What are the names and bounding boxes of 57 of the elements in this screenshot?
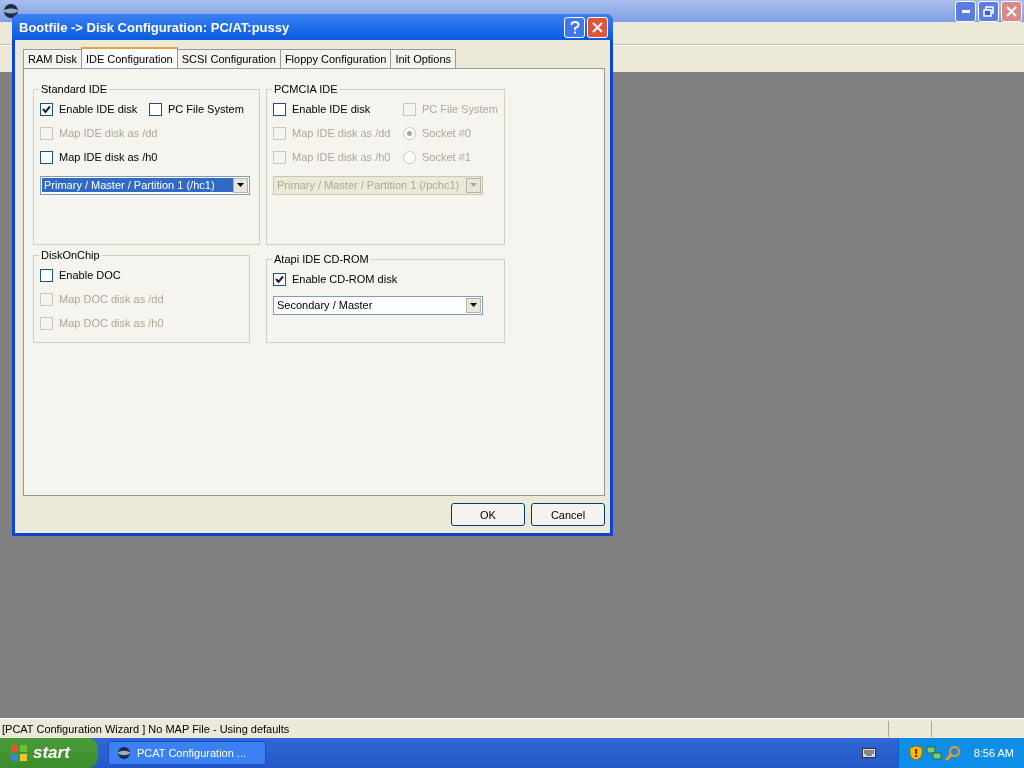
clock: 8:56 AM xyxy=(973,747,1014,759)
checkbox-label: PC File System xyxy=(422,103,498,115)
dropdown[interactable]: Primary / Master / Partition 1 (/hc1) xyxy=(40,175,250,195)
close-button[interactable] xyxy=(1001,0,1022,22)
checkbox-label: Enable CD-ROM disk xyxy=(292,273,398,285)
checkbox-label: Map IDE disk as /h0 xyxy=(292,151,391,163)
tab[interactable]: IDE Configuration xyxy=(80,47,178,68)
checkbox-label: Enable IDE disk xyxy=(59,103,138,115)
keyboard-icon[interactable] xyxy=(861,748,876,758)
group-title: Atapi IDE CD-ROM xyxy=(273,253,370,265)
dialog-title: Bootfile -> Disk Configuration: PC/AT:pussy xyxy=(18,19,291,35)
tab[interactable]: SCSI Configuration xyxy=(176,49,281,68)
checkbox-label: Map IDE disk as /dd xyxy=(59,127,158,139)
status-text: [PCAT Configuration Wizard ] No MAP File - Using defaults xyxy=(1,722,291,735)
dropdown[interactable]: Secondary / Master xyxy=(273,295,483,315)
minimize-button[interactable] xyxy=(955,0,976,22)
checkbox[interactable] xyxy=(149,102,162,116)
globe-icon xyxy=(3,3,19,19)
checkbox-label: PC File System xyxy=(168,103,244,115)
close-icon xyxy=(592,21,603,33)
checkbox[interactable] xyxy=(273,272,286,286)
checkbox-label: Enable IDE disk xyxy=(292,103,371,115)
tab[interactable]: RAM Disk xyxy=(23,49,82,68)
dropdown-value: Primary / Master / Partition 1 (/hc1) xyxy=(42,178,233,192)
dialog-button[interactable]: Cancel xyxy=(531,503,605,526)
checkbox-label: Map IDE disk as /dd xyxy=(292,127,391,139)
checkbox[interactable] xyxy=(273,102,286,116)
network-icon[interactable] xyxy=(925,745,942,761)
help-button[interactable] xyxy=(564,16,585,38)
restore-icon xyxy=(983,5,994,17)
shield-icon[interactable] xyxy=(908,745,923,761)
close-button[interactable] xyxy=(587,16,608,38)
close-icon xyxy=(1006,5,1017,17)
checkbox-label: Map DOC disk as /dd xyxy=(59,293,164,305)
windows-flag-icon xyxy=(10,744,28,762)
group-title: DiskOnChip xyxy=(40,249,101,261)
globe-icon xyxy=(117,746,131,760)
radio-label: Socket #0 xyxy=(422,127,471,139)
checkbox-label: Enable DOC xyxy=(59,269,121,281)
checkbox[interactable] xyxy=(40,102,53,116)
group-title: Standard IDE xyxy=(40,83,109,95)
dialog-button[interactable]: OK xyxy=(451,503,525,526)
taskbar-button[interactable]: PCAT Configuration ... xyxy=(108,741,266,765)
dropdown-value: Primary / Master / Partition 1 (/pchc1) xyxy=(276,178,461,192)
minimize-icon xyxy=(961,9,970,13)
checkbox[interactable] xyxy=(40,150,53,164)
tab[interactable]: Floppy Configuration xyxy=(279,49,392,68)
question-mark-icon xyxy=(569,20,580,34)
tab[interactable]: Init Options xyxy=(390,49,457,68)
group-title: PCMCIA IDE xyxy=(273,83,339,95)
checkbox[interactable] xyxy=(40,268,53,282)
checkbox-label: Map IDE disk as /h0 xyxy=(59,151,158,163)
dropdown-value: Secondary / Master xyxy=(276,298,374,312)
restore-button[interactable] xyxy=(978,0,999,22)
radio-label: Socket #1 xyxy=(422,151,471,163)
checkbox-label: Map DOC disk as /h0 xyxy=(59,317,164,329)
start-button[interactable]: start xyxy=(0,738,98,768)
